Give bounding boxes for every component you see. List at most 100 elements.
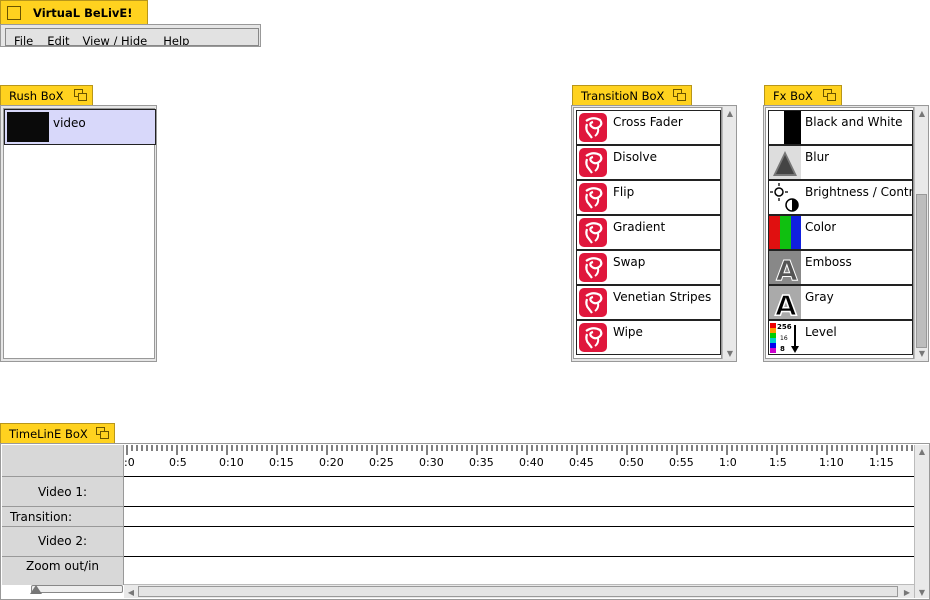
scroll-up-arrow[interactable]: ▲ <box>915 107 929 119</box>
transition-item[interactable]: Gradient <box>576 215 721 250</box>
blur-icon <box>769 146 801 179</box>
dock-icon[interactable] <box>823 89 837 102</box>
black-white-icon <box>769 111 801 144</box>
fx-item[interactable]: Blur <box>768 145 913 180</box>
ruler-tick-label: 0:15 <box>269 456 294 469</box>
svg-text:A: A <box>775 289 797 319</box>
brightness-contrast-icon <box>769 181 801 214</box>
fx-item[interactable]: Black and White <box>768 110 913 145</box>
fx-item-label: Black and White <box>805 115 903 129</box>
transition-item-label: Wipe <box>613 325 643 339</box>
ruler-tick-label: 0:30 <box>419 456 444 469</box>
gray-icon: A <box>769 286 801 319</box>
menu-view-hide[interactable]: View / Hide <box>83 34 148 45</box>
ruler-tick-label: 0:5 <box>169 456 187 469</box>
rush-list[interactable]: video <box>3 108 156 359</box>
transition-swirl-icon <box>577 321 609 354</box>
hscroll-thumb[interactable] <box>138 586 898 597</box>
track-labels: Video 1: Transition: Video 2: Zoom out/i… <box>2 477 124 585</box>
fx-item-label: Brightness / Contrast <box>805 185 912 199</box>
fx-item-label: Gray <box>805 290 834 304</box>
track-video1[interactable] <box>124 477 914 507</box>
transition-list[interactable]: Cross Fader Disolve Flip Gradient Swap Veneti… <box>573 107 722 359</box>
zoom-slider-handle[interactable] <box>30 585 42 594</box>
timeline-box-tab[interactable]: TimeLinE BoX <box>0 423 115 444</box>
transition-item[interactable]: Swap <box>576 250 721 285</box>
fx-box-tab[interactable]: Fx BoX <box>764 85 842 106</box>
app-title: VirtuaL BeLivE! <box>33 6 133 20</box>
zoom-slider[interactable] <box>30 585 123 594</box>
transition-item-label: Disolve <box>613 150 657 164</box>
ruler-tick-label: :0 <box>124 456 135 469</box>
ruler-tick-label: 1:0 <box>719 456 737 469</box>
fx-item[interactable]: A Gray <box>768 285 913 320</box>
transition-item-label: Venetian Stripes <box>613 290 712 304</box>
fx-item-label: Level <box>805 325 837 339</box>
ruler-tick-label: 0:35 <box>469 456 494 469</box>
timeline-vscroll[interactable]: ▲ ▼ <box>914 445 929 598</box>
zoom-label: Zoom out/in <box>25 559 100 573</box>
svg-text:8: 8 <box>780 345 785 353</box>
scroll-down-arrow[interactable]: ▼ <box>915 586 929 598</box>
rush-item[interactable]: video <box>4 109 156 145</box>
scroll-down-arrow[interactable]: ▼ <box>723 347 737 359</box>
menu-edit[interactable]: Edit <box>47 34 69 45</box>
transition-box: Cross Fader Disolve Flip Gradient Swap Veneti… <box>571 105 737 362</box>
transition-item-label: Swap <box>613 255 646 269</box>
rush-box: video <box>0 105 157 362</box>
fx-item-label: Emboss <box>805 255 852 269</box>
svg-text:A: A <box>776 254 798 284</box>
transition-item[interactable]: Disolve <box>576 145 721 180</box>
dock-icon[interactable] <box>74 89 88 102</box>
dock-icon[interactable] <box>96 427 110 440</box>
video-thumbnail-icon <box>7 112 49 142</box>
transition-box-tab[interactable]: TransitioN BoX <box>572 85 692 106</box>
scroll-left-arrow[interactable]: ◀ <box>124 586 138 598</box>
ruler-tick-label: 0:55 <box>669 456 694 469</box>
rush-item-label: video <box>53 116 86 130</box>
ruler-tick-label: 0:20 <box>319 456 344 469</box>
fx-item[interactable]: Brightness / Contrast <box>768 180 913 215</box>
transition-swirl-icon <box>577 216 609 249</box>
transition-item[interactable]: Flip <box>576 180 721 215</box>
ruler-tick-label: 0:40 <box>519 456 544 469</box>
scroll-thumb[interactable] <box>916 194 927 348</box>
fx-item[interactable]: A Emboss <box>768 250 913 285</box>
track-video2[interactable] <box>124 527 914 557</box>
scroll-down-arrow[interactable]: ▼ <box>915 347 929 359</box>
dock-icon[interactable] <box>673 89 687 102</box>
track-transition[interactable] <box>124 507 914 527</box>
transition-item-label: Gradient <box>613 220 666 234</box>
fx-item[interactable]: 256 16 8 Level <box>768 320 913 355</box>
transition-item[interactable]: Venetian Stripes <box>576 285 721 320</box>
scroll-up-arrow[interactable]: ▲ <box>723 107 737 119</box>
rush-box-tab[interactable]: Rush BoX <box>0 85 93 106</box>
ruler-tick-label: 1:10 <box>819 456 844 469</box>
fx-item[interactable]: Color <box>768 215 913 250</box>
fx-scrollbar[interactable]: ▲ ▼ <box>914 107 928 359</box>
fx-item-label: Color <box>805 220 837 234</box>
app-title-tab: VirtuaL BeLivE! <box>0 0 148 25</box>
fx-box-title: Fx BoX <box>773 89 813 103</box>
transition-item[interactable]: Wipe <box>576 320 721 355</box>
ruler-tick-label: 0:45 <box>569 456 594 469</box>
menu-bar: File Edit View / Hide Help <box>0 24 261 47</box>
timeline-ruler[interactable]: :0 0:5 0:10 0:15 0:20 0:25 0:30 0:35 0:40 0:45 0:5… <box>124 445 914 477</box>
transition-item[interactable]: Cross Fader <box>576 110 721 145</box>
transition-item-label: Cross Fader <box>613 115 683 129</box>
svg-text:256: 256 <box>777 323 792 331</box>
menu-file[interactable]: File <box>14 34 33 45</box>
level-icon: 256 16 8 <box>769 321 801 354</box>
transition-swirl-icon <box>577 111 609 144</box>
fx-item-label: Blur <box>805 150 830 164</box>
transition-box-title: TransitioN BoX <box>581 89 665 103</box>
fx-list[interactable]: Black and White Blur Brightness / Contrast… <box>765 107 914 359</box>
timeline-hscroll[interactable]: ◀ ▶ <box>124 584 914 598</box>
menu-help[interactable]: Help <box>163 34 189 45</box>
transition-scrollbar[interactable]: ▲ ▼ <box>722 107 736 359</box>
track-label-transition: Transition: <box>2 507 123 527</box>
transition-swirl-icon <box>577 286 609 319</box>
ruler-ticks: :0 0:5 0:10 0:15 0:20 0:25 0:30 0:35 0:40 0:45 0:5… <box>124 445 913 469</box>
scroll-up-arrow[interactable]: ▲ <box>915 445 929 457</box>
scroll-right-arrow[interactable]: ▶ <box>900 586 914 598</box>
